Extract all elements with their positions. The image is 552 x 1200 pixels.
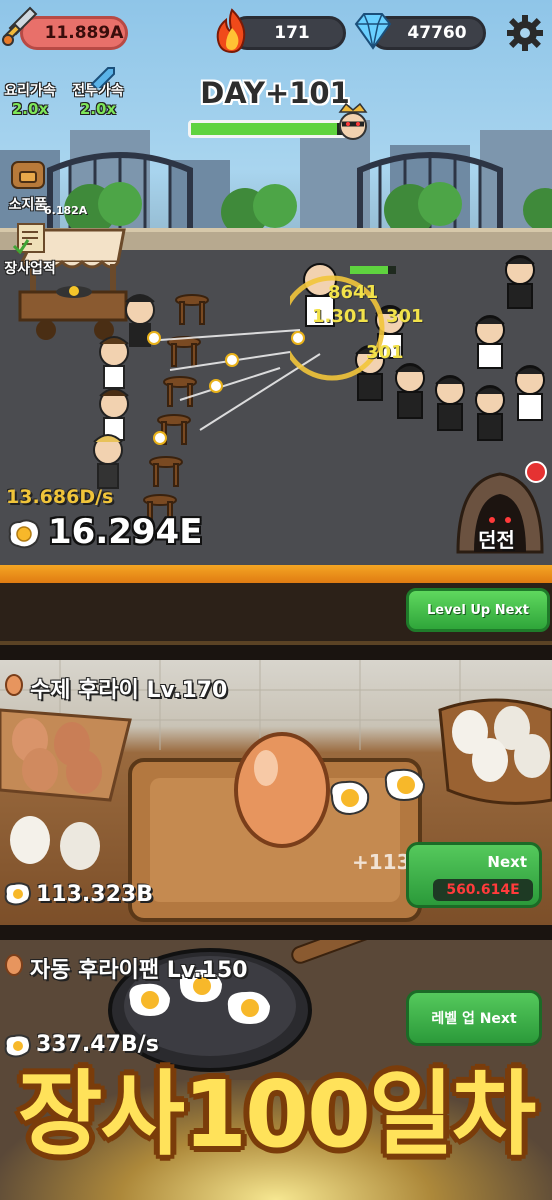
- damage-number: 1.301: [312, 306, 369, 327]
- gear-icon[interactable]: [506, 14, 544, 52]
- combat-speed-button[interactable]: 전투가속 2.0x: [66, 67, 130, 118]
- card1-upgrade-button[interactable]: Next 560.614E: [406, 842, 542, 908]
- rocket-icon: [90, 67, 115, 88]
- fried-egg-icon: [4, 882, 31, 906]
- card2-upgrade-button[interactable]: 레벨 업 Next: [406, 990, 542, 1046]
- damage-number: 301: [386, 306, 424, 327]
- promo-banner: 장사100일차: [17, 1061, 537, 1168]
- card1-cost: 560.614E: [433, 879, 533, 901]
- day-counter: DAY+101: [200, 76, 350, 110]
- card1-next-label: Next: [487, 853, 527, 871]
- scene-divider: [0, 565, 552, 583]
- inventory-value: 6.182A: [44, 204, 88, 217]
- fire-icon: [216, 8, 246, 54]
- achievements-label: 장사업적: [4, 261, 56, 277]
- scroll-icon: [12, 223, 45, 255]
- card1-value: 113.323B: [36, 882, 153, 907]
- dungeon-label[interactable]: 던전: [478, 524, 515, 553]
- damage-number: 8641: [328, 282, 379, 303]
- egg-total: 16.294E: [48, 512, 203, 552]
- cooking-speed-multiplier: 2.0x: [11, 100, 49, 118]
- gem-icon: [354, 13, 392, 50]
- day-progress-fill: [191, 123, 338, 135]
- egg-rate: 13.686D/s: [6, 486, 114, 508]
- fried-egg-icon: [8, 519, 40, 549]
- card1-title: 수제 후라이 Lv.170: [30, 678, 228, 703]
- egg-icon: [5, 954, 23, 976]
- damage-number: 301: [366, 342, 404, 363]
- combat-speed-multiplier: 2.0x: [79, 100, 117, 118]
- day-progress-bar: [188, 120, 348, 138]
- backpack-icon: [11, 161, 45, 189]
- level-up-next-button[interactable]: Level Up Next: [406, 588, 550, 632]
- sword-icon: [2, 6, 38, 46]
- achievements-button[interactable]: 장사업적: [0, 222, 60, 278]
- cooking-speed-button[interactable]: 요리가속 2.0x: [0, 80, 60, 118]
- card2-title: 자동 후라이팬 Lv.150: [30, 958, 248, 983]
- cooking-speed-label: 요리가속: [4, 83, 56, 99]
- egg-icon: [5, 674, 23, 696]
- boss-icon: [338, 102, 368, 140]
